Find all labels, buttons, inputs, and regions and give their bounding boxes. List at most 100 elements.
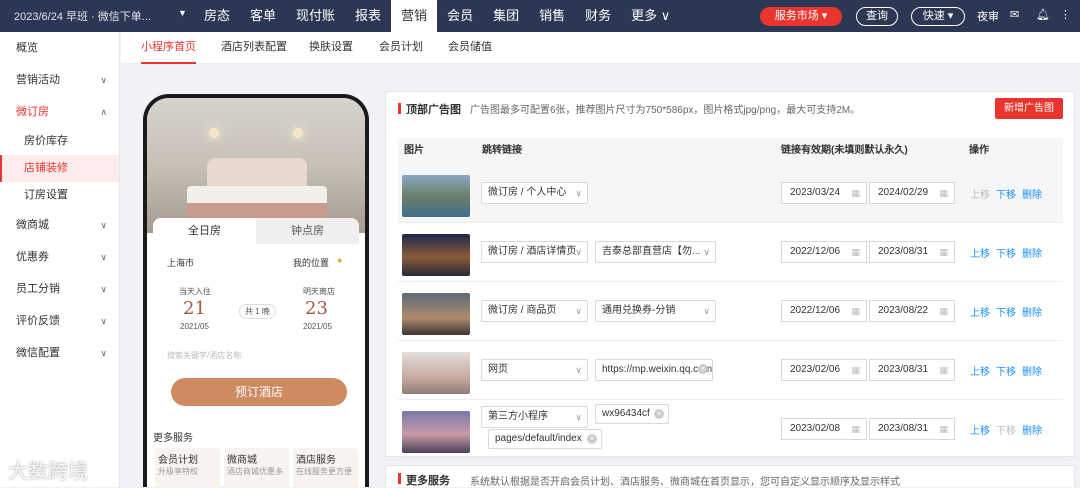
link-type-select[interactable]: 微订房 / 酒店详情页 ∨ bbox=[481, 241, 588, 263]
subtab[interactable]: 小程序首页 bbox=[141, 32, 196, 64]
service-desc: 在线服务更方便 bbox=[296, 467, 352, 476]
sidebar-item[interactable]: 微信配置 ∨ bbox=[0, 337, 119, 369]
appid-value: wx96434cf bbox=[602, 408, 650, 419]
move-up-button[interactable]: 上移 bbox=[970, 304, 990, 319]
sidebar-item[interactable]: 微订房 ∧ bbox=[0, 96, 119, 128]
tab-all-day-room[interactable]: 全日房 bbox=[153, 218, 256, 244]
move-down-button[interactable]: 下移 bbox=[996, 304, 1016, 319]
top-ad-panel: 顶部广告图 广告图最多可配置6张，推荐图片尺寸为750*586px，图片格式jp… bbox=[385, 91, 1075, 459]
path-input[interactable]: pages/default/index × bbox=[488, 429, 602, 449]
sidebar-item[interactable]: 概览 bbox=[0, 32, 119, 64]
end-date-input[interactable]: 2023/08/31 ▦ bbox=[869, 418, 955, 440]
start-date-input[interactable]: 2022/12/06 ▦ bbox=[781, 241, 867, 263]
sidebar: 概览 营销活动 ∨ 微订房 ∧ 房价库存 店铺装修 订房设置 微商城 ∨ 优惠券 ∨ 员工分销 ∨ 评价反馈… bbox=[0, 32, 120, 487]
book-hotel-button[interactable]: 预订酒店 bbox=[171, 378, 347, 406]
subtab[interactable]: 会员计划 bbox=[379, 32, 423, 64]
service-card[interactable]: 微商城 酒店商城优惠多 bbox=[224, 448, 289, 487]
panel-tip: 广告图最多可配置6张，推荐图片尺寸为750*586px，图片格式jpg/png，… bbox=[470, 105, 861, 116]
subtab[interactable]: 酒店列表配置 bbox=[221, 32, 287, 64]
quick-button[interactable]: 快速 ▾ bbox=[911, 7, 965, 26]
move-down-button[interactable]: 下移 bbox=[996, 422, 1016, 437]
delete-button[interactable]: 删除 bbox=[1022, 422, 1042, 437]
end-date-input[interactable]: 2023/08/31 ▦ bbox=[869, 241, 955, 263]
shift-dropdown-icon[interactable]: ▼ bbox=[178, 8, 187, 18]
add-ad-button[interactable]: 新增广告图 bbox=[995, 98, 1063, 119]
checkout-day[interactable]: 23 bbox=[305, 298, 328, 319]
service-market-button[interactable]: 服务市场 ▾ bbox=[760, 7, 842, 26]
end-date-input[interactable]: 2024/02/29 ▦ bbox=[869, 182, 955, 204]
delete-button[interactable]: 删除 bbox=[1022, 304, 1042, 319]
nav-item[interactable]: 销售 bbox=[529, 0, 575, 32]
link-type-select[interactable]: 网页 ∨ bbox=[481, 359, 588, 381]
search-input[interactable]: 搜索关键字/酒店名称 bbox=[167, 350, 241, 361]
start-date-input[interactable]: 2023/03/24 ▦ bbox=[781, 182, 867, 204]
ad-thumbnail[interactable] bbox=[402, 175, 470, 217]
sidebar-subitem[interactable]: 店铺装修 bbox=[0, 155, 119, 182]
move-down-button[interactable]: 下移 bbox=[996, 363, 1016, 378]
nav-item[interactable]: 房态 bbox=[194, 0, 240, 32]
url-input[interactable]: https://mp.weixin.qq.com × bbox=[595, 359, 713, 381]
ad-thumbnail[interactable] bbox=[402, 293, 470, 335]
city-label[interactable]: 上海市 bbox=[167, 256, 194, 269]
subtab[interactable]: 会员储值 bbox=[448, 32, 492, 64]
move-up-button[interactable]: 上移 bbox=[970, 363, 990, 378]
nav-item[interactable]: 客单 bbox=[240, 0, 286, 32]
start-date-input[interactable]: 2022/12/06 ▦ bbox=[781, 300, 867, 322]
service-card[interactable]: 酒店服务 在线服务更方便 bbox=[293, 448, 358, 487]
chevron-down-icon: ∨ bbox=[575, 412, 582, 422]
move-up-button[interactable]: 上移 bbox=[970, 245, 990, 260]
service-desc: 酒店商城优惠多 bbox=[227, 467, 283, 476]
nav-item[interactable]: 营销 bbox=[391, 0, 438, 32]
link-target-select[interactable]: 吉泰总部直营店【勿... ∨ bbox=[595, 241, 716, 263]
link-type-select[interactable]: 第三方小程序 ∨ bbox=[481, 406, 588, 428]
sidebar-subitem[interactable]: 订房设置 bbox=[0, 182, 119, 209]
wechat-icon[interactable]: ✉ bbox=[1010, 8, 1019, 21]
sidebar-item[interactable]: 微商城 ∨ bbox=[0, 209, 119, 241]
nav-item[interactable]: 集团 bbox=[483, 0, 529, 32]
sidebar-subitem[interactable]: 房价库存 bbox=[0, 128, 119, 155]
chevron-down-icon: ∨ bbox=[703, 247, 710, 257]
clear-icon[interactable]: × bbox=[654, 409, 664, 419]
move-down-button[interactable]: 下移 bbox=[996, 186, 1016, 201]
bell-icon[interactable]: 🔔︎ bbox=[1036, 8, 1050, 21]
clear-icon[interactable]: × bbox=[587, 434, 597, 444]
ad-thumbnail[interactable] bbox=[402, 234, 470, 276]
nav-item[interactable]: 报表 bbox=[345, 0, 391, 32]
tab-hourly-room[interactable]: 钟点房 bbox=[256, 218, 359, 244]
link-target-select[interactable]: 通用兑换券-分销 ∨ bbox=[595, 300, 716, 322]
clear-icon[interactable]: × bbox=[698, 364, 708, 374]
checkin-day[interactable]: 21 bbox=[183, 298, 206, 319]
query-button[interactable]: 查询 bbox=[856, 7, 898, 26]
appid-input[interactable]: wx96434cf × bbox=[595, 404, 669, 424]
ad-thumbnail[interactable] bbox=[402, 352, 470, 394]
start-date-input[interactable]: 2023/02/06 ▦ bbox=[781, 359, 867, 381]
start-date-input[interactable]: 2023/02/08 ▦ bbox=[781, 418, 867, 440]
move-down-button[interactable]: 下移 bbox=[996, 245, 1016, 260]
sidebar-item[interactable]: 评价反馈 ∨ bbox=[0, 305, 119, 337]
delete-button[interactable]: 删除 bbox=[1022, 363, 1042, 378]
nav-item[interactable]: 更多 ∨ bbox=[621, 0, 680, 32]
nav-item[interactable]: 会员 bbox=[437, 0, 483, 32]
more-icon[interactable]: ⋮ bbox=[1060, 8, 1071, 21]
my-location-label[interactable]: 我的位置 bbox=[293, 256, 329, 269]
sidebar-item[interactable]: 员工分销 ∨ bbox=[0, 273, 119, 305]
move-up-button[interactable]: 上移 bbox=[970, 422, 990, 437]
delete-button[interactable]: 删除 bbox=[1022, 245, 1042, 260]
ad-thumbnail[interactable] bbox=[402, 411, 470, 453]
night-audit-button[interactable]: 夜审 bbox=[977, 8, 999, 24]
delete-button[interactable]: 删除 bbox=[1022, 186, 1042, 201]
title-accent-bar bbox=[398, 103, 401, 114]
link-type-select[interactable]: 微订房 / 商品页 ∨ bbox=[481, 300, 588, 322]
select-value: 微订房 / 商品页 bbox=[488, 305, 557, 316]
link-type-select[interactable]: 微订房 / 个人中心 ∨ bbox=[481, 182, 588, 204]
top-navigation-bar: 2023/6/24 早班 · 微信下单... ▼ 房态 客单 现付账 报表 营销 会员 集团… bbox=[0, 0, 1080, 32]
end-date-input[interactable]: 2023/08/22 ▦ bbox=[869, 300, 955, 322]
nav-item[interactable]: 现付账 bbox=[286, 0, 345, 32]
sidebar-item[interactable]: 优惠券 ∨ bbox=[0, 241, 119, 273]
end-date-input[interactable]: 2023/08/31 ▦ bbox=[869, 359, 955, 381]
nav-item[interactable]: 财务 bbox=[575, 0, 621, 32]
sidebar-item[interactable]: 营销活动 ∨ bbox=[0, 64, 119, 96]
move-up-button[interactable]: 上移 bbox=[970, 186, 990, 201]
subtab[interactable]: 换肤设置 bbox=[309, 32, 353, 64]
service-card[interactable]: 会员计划 升级享特权 bbox=[155, 448, 220, 487]
